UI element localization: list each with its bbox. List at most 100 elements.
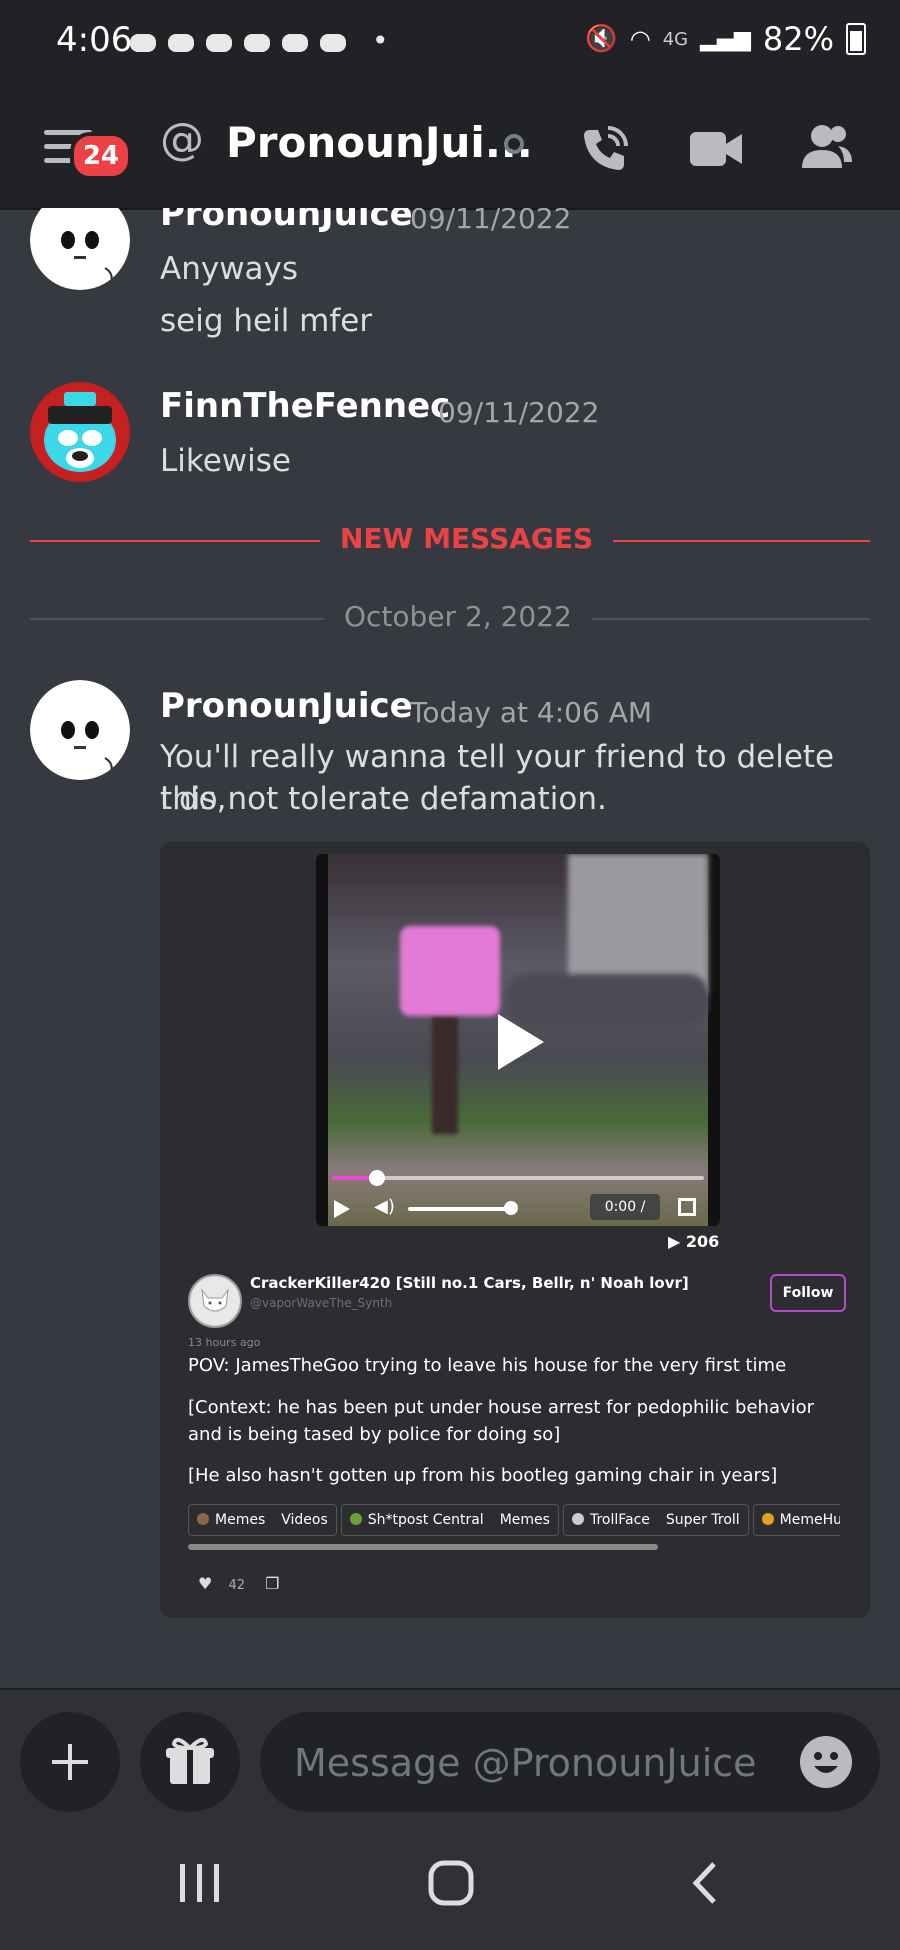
mute-icon: 🔇: [585, 24, 618, 54]
avatar[interactable]: [30, 208, 130, 290]
like-row: ♥ 42 ❐: [198, 1574, 280, 1593]
emoji-button[interactable]: [800, 1736, 852, 1788]
tag-scrollbar[interactable]: [188, 1544, 658, 1550]
more-dot-icon: •: [372, 24, 395, 57]
post-time: 13 hours ago: [188, 1336, 261, 1349]
recent-apps-button[interactable]: [178, 1860, 222, 1910]
battery-icon: [846, 23, 866, 55]
view-count-value: 206: [685, 1232, 720, 1251]
message-text: Likewise: [160, 443, 291, 479]
view-count: ▶ 206: [668, 1232, 719, 1251]
message-timestamp: 09/11/2022: [438, 396, 600, 429]
tag-dot-icon: [349, 1513, 362, 1525]
tag-label: Super Troll: [665, 1512, 740, 1528]
video-scene-legs: [432, 1014, 458, 1134]
discord-notification-icon: [130, 34, 346, 52]
battery-percent: 82%: [762, 20, 834, 58]
embed-author-handle: @vaporWaveThe_Synth: [250, 1296, 393, 1310]
tag-list[interactable]: Memes Videos Sh*tpost Central Memes TrollFac…: [188, 1504, 840, 1536]
message-input-wrapper: [260, 1712, 880, 1812]
play-icon[interactable]: [498, 1014, 544, 1070]
channel-title[interactable]: PronounJui...: [226, 118, 533, 167]
volume-slider[interactable]: [408, 1207, 512, 1211]
tag-label: Memes: [215, 1512, 266, 1528]
home-icon: [428, 1860, 474, 1906]
tag-dot-icon: [761, 1513, 774, 1525]
status-right: 🔇 ◠ 4G ▂▄▆ 82%: [585, 20, 866, 58]
volume-knob[interactable]: [504, 1201, 518, 1215]
video-play-icon[interactable]: [334, 1200, 350, 1218]
video-scene-house: [568, 854, 708, 994]
gift-icon: [166, 1737, 214, 1784]
gift-button[interactable]: [140, 1712, 240, 1812]
message-list[interactable]: PronounJuice 09/11/2022 Anyways seig hei…: [0, 208, 900, 1686]
tag-chip[interactable]: Sh*tpost Central Memes: [340, 1504, 559, 1536]
tag-chip[interactable]: Memes Videos: [188, 1504, 337, 1536]
tag-dot-icon: [197, 1513, 209, 1525]
recent-apps-icon: [180, 1864, 219, 1902]
back-button[interactable]: [690, 1860, 720, 1910]
avatar-pronounjuice-icon: [30, 208, 130, 290]
share-icon[interactable]: ❐: [265, 1574, 279, 1593]
call-button[interactable]: [578, 122, 632, 180]
embed-card[interactable]: ◀) 0:00 / 0:05 ▶ 206 CrackerKiller420 [S…: [160, 842, 870, 1618]
follow-button[interactable]: Follow: [770, 1274, 846, 1312]
call-icon: [584, 126, 628, 170]
post-text: POV: JamesTheGoo trying to leave his hou…: [188, 1355, 787, 1376]
message-text: Anyways: [160, 251, 299, 287]
tag-label: Sh*tpost Central: [367, 1512, 484, 1528]
message-timestamp: 09/11/2022: [410, 208, 572, 235]
embed-author-name[interactable]: CrackerKiller420 [Still no.1 Cars, Bellr…: [250, 1274, 689, 1292]
home-button[interactable]: [428, 1860, 474, 1910]
video-progress-knob[interactable]: [368, 1170, 385, 1186]
message-author[interactable]: FinnTheFennec: [160, 386, 450, 426]
avatar-finnthefennec-icon: [30, 382, 130, 482]
new-messages-label: NEW MESSAGES: [320, 522, 614, 555]
date-divider-label: October 2, 2022: [324, 600, 592, 633]
tag-label: TrollFace: [589, 1512, 650, 1528]
video-scene-person: [400, 926, 500, 1016]
message-composer: [0, 1688, 900, 1820]
members-icon: [802, 125, 852, 168]
notification-icons: •: [130, 24, 389, 65]
avatar[interactable]: [30, 680, 130, 780]
avatar-pronounjuice-icon: [30, 680, 130, 780]
emoji-icon: [802, 1738, 850, 1786]
video-time: 0:00 / 0:05: [590, 1194, 660, 1226]
cat-avatar-icon: [191, 1277, 239, 1325]
message-text: seig heil mfer: [160, 303, 373, 339]
add-button[interactable]: [20, 1712, 120, 1812]
status-bar: 4:06 • 🔇 ◠ 4G ▂▄▆ 82%: [0, 0, 900, 84]
embed-author-avatar[interactable]: [188, 1274, 242, 1328]
system-nav-bar: [0, 1820, 900, 1950]
tag-chip[interactable]: MemeHubMe: [752, 1504, 840, 1536]
views-play-icon: ▶: [668, 1232, 686, 1251]
avatar[interactable]: [30, 382, 130, 482]
video-call-icon: [690, 132, 742, 166]
message-author[interactable]: PronounJuice: [160, 208, 413, 234]
tag-label: Videos: [281, 1512, 328, 1528]
tag-dot-icon: [571, 1513, 584, 1525]
back-icon: [692, 1862, 716, 1904]
video-call-button[interactable]: [688, 128, 744, 174]
like-count: 42: [228, 1578, 246, 1593]
signal-icon: ▂▄▆: [700, 26, 751, 52]
tag-label: MemeHub: [779, 1512, 840, 1528]
tag-chip[interactable]: TrollFace Super Troll: [562, 1504, 749, 1536]
at-icon: @: [160, 114, 204, 165]
message-text: I do not tolerate defamation.: [160, 781, 607, 817]
fullscreen-icon[interactable]: [678, 1198, 696, 1216]
video-progress-bar[interactable]: [332, 1170, 704, 1186]
volume-icon[interactable]: ◀): [374, 1196, 395, 1217]
unread-badge: 24: [70, 132, 132, 180]
message-author[interactable]: PronounJuice: [160, 686, 413, 726]
heart-icon[interactable]: ♥: [198, 1574, 212, 1593]
status-time: 4:06: [56, 20, 133, 60]
message-input[interactable]: [292, 1730, 776, 1796]
video-player[interactable]: ◀) 0:00 / 0:05: [316, 854, 720, 1226]
network-type: 4G: [662, 28, 689, 50]
members-button[interactable]: [798, 122, 854, 176]
plus-icon: [52, 1744, 88, 1780]
post-text: [Context: he has been put under house ar…: [188, 1397, 815, 1445]
post-text: [He also hasn't gotten up from his bootl…: [188, 1465, 778, 1486]
